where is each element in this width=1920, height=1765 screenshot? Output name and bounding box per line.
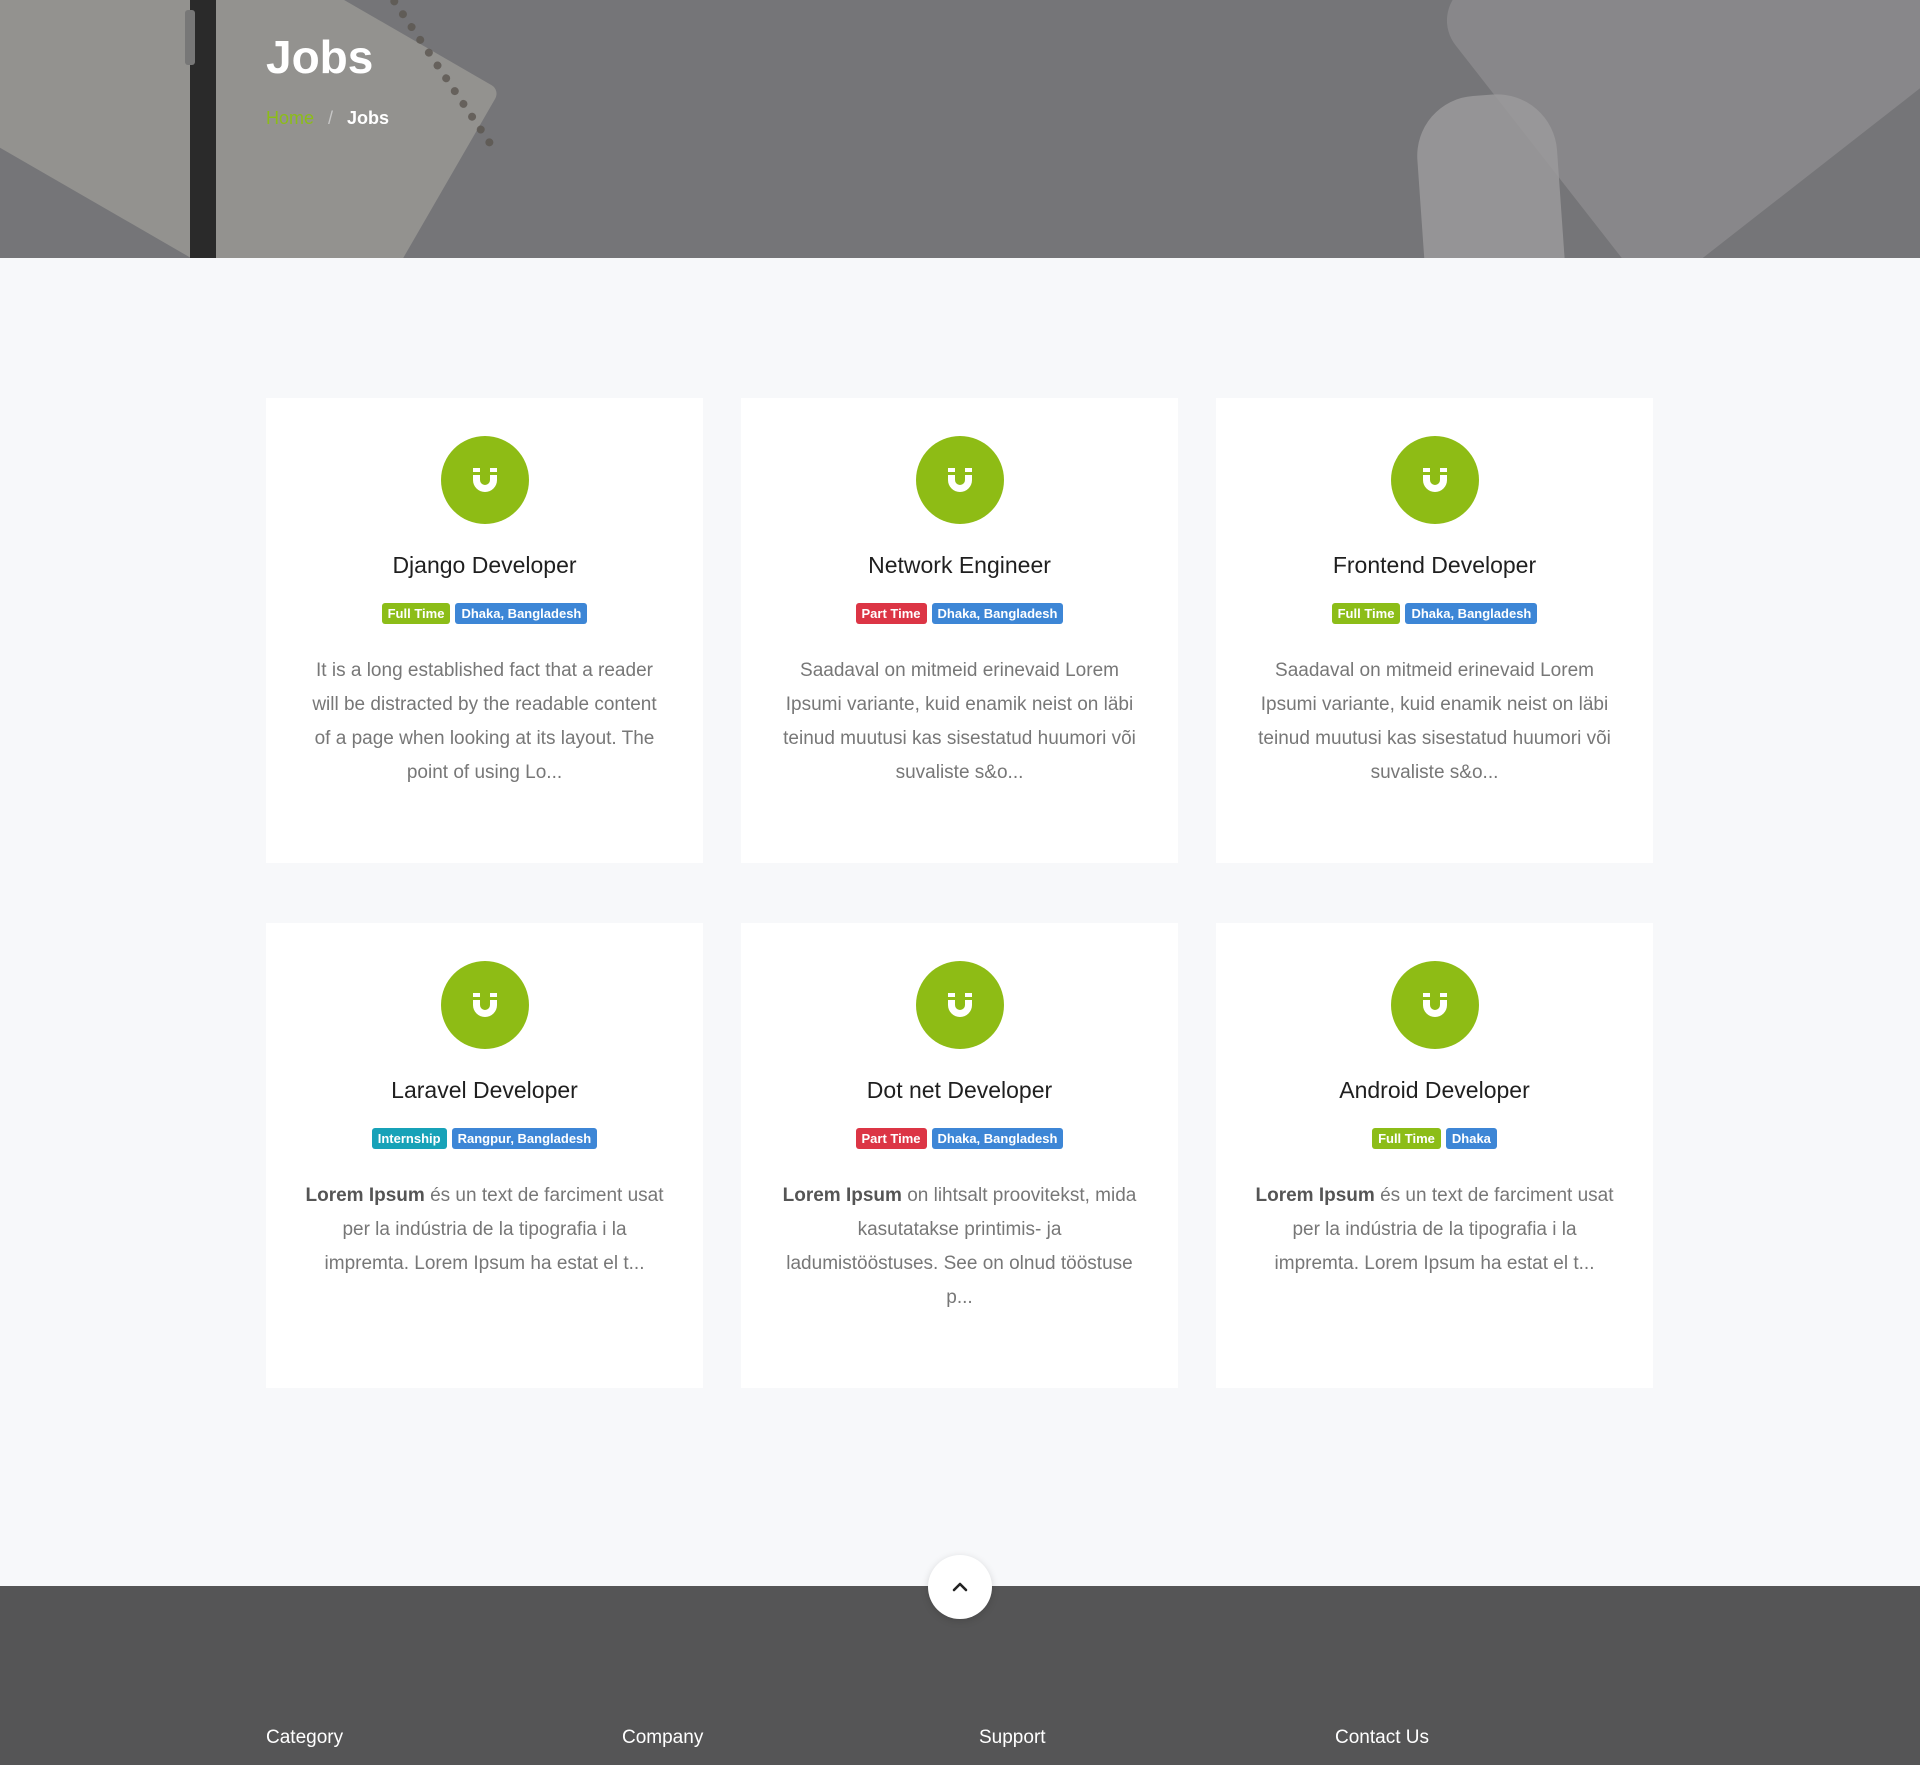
job-card[interactable]: Django Developer Full Time Dhaka, Bangla… <box>266 398 703 863</box>
job-location-badge: Dhaka, Bangladesh <box>931 603 1064 624</box>
footer-heading-category: Category <box>266 1727 344 1748</box>
back-to-top-button[interactable] <box>928 1555 992 1619</box>
breadcrumb-current: Jobs <box>347 108 390 128</box>
job-title[interactable]: Dot net Developer <box>867 1077 1052 1104</box>
job-description: Saadaval on mitmeid erinevaid Lorem Ipsu… <box>1255 654 1615 790</box>
job-card[interactable]: Network Engineer Part Time Dhaka, Bangla… <box>741 398 1178 863</box>
hero-mouse-image <box>1413 90 1567 258</box>
magnet-icon <box>947 468 972 492</box>
job-card[interactable]: Laravel Developer Internship Rangpur, Ba… <box>266 923 703 1388</box>
job-tags: Full Time Dhaka, Bangladesh <box>1331 603 1538 624</box>
breadcrumb-home-link[interactable]: Home <box>266 108 314 129</box>
job-description-text: Saadaval on mitmeid erinevaid Lorem Ipsu… <box>783 660 1136 783</box>
job-description: Lorem Ipsum és un text de farciment usat… <box>1255 1179 1615 1281</box>
job-title[interactable]: Android Developer <box>1339 1077 1530 1104</box>
job-description-text: Saadaval on mitmeid erinevaid Lorem Ipsu… <box>1258 660 1611 783</box>
company-logo <box>440 961 529 1049</box>
job-type-badge: Full Time <box>1372 1128 1441 1149</box>
job-card[interactable]: Frontend Developer Full Time Dhaka, Bang… <box>1216 398 1653 863</box>
job-type-badge: Full Time <box>1331 603 1401 624</box>
job-tags: Part Time Dhaka, Bangladesh <box>855 603 1064 624</box>
job-card[interactable]: Dot net Developer Part Time Dhaka, Bangl… <box>741 923 1178 1388</box>
company-logo <box>915 436 1004 524</box>
job-type-badge: Full Time <box>381 603 451 624</box>
job-location-badge: Dhaka <box>1445 1128 1497 1149</box>
breadcrumb: Home / Jobs <box>266 108 389 129</box>
job-description: Lorem Ipsum és un text de farciment usat… <box>305 1179 665 1281</box>
job-location-badge: Dhaka, Bangladesh <box>455 603 588 624</box>
job-title[interactable]: Network Engineer <box>868 552 1051 579</box>
job-tags: Full Time Dhaka, Bangladesh <box>381 603 588 624</box>
job-description-text: It is a long established fact that a rea… <box>312 660 657 783</box>
magnet-icon <box>1422 993 1447 1017</box>
job-description: Saadaval on mitmeid erinevaid Lorem Ipsu… <box>780 654 1140 790</box>
job-description: Lorem Ipsum on lihtsalt proovitekst, mid… <box>780 1179 1140 1315</box>
job-title[interactable]: Laravel Developer <box>391 1077 578 1104</box>
job-tags: Full Time Dhaka <box>1372 1128 1497 1149</box>
job-description: It is a long established fact that a rea… <box>305 654 665 790</box>
chevron-up-icon <box>952 1582 968 1592</box>
company-logo <box>440 436 529 524</box>
company-logo <box>915 961 1004 1049</box>
job-title[interactable]: Django Developer <box>392 552 576 579</box>
footer-heading-company: Company <box>622 1727 704 1748</box>
job-card[interactable]: Android Developer Full Time Dhaka Lorem … <box>1216 923 1653 1388</box>
magnet-icon <box>472 993 497 1017</box>
company-logo <box>1390 961 1479 1049</box>
footer-heading-support: Support <box>979 1727 1046 1748</box>
breadcrumb-separator: / <box>328 108 334 128</box>
job-tags: Part Time Dhaka, Bangladesh <box>855 1128 1064 1149</box>
job-location-badge: Rangpur, Bangladesh <box>451 1128 598 1149</box>
job-grid: Django Developer Full Time Dhaka, Bangla… <box>266 398 1654 1388</box>
company-logo <box>1390 436 1479 524</box>
job-type-badge: Part Time <box>855 1128 927 1149</box>
page-title: Jobs <box>266 31 374 83</box>
magnet-icon <box>947 993 972 1017</box>
magnet-icon <box>472 468 497 492</box>
job-location-badge: Dhaka, Bangladesh <box>1405 603 1538 624</box>
job-tags: Internship Rangpur, Bangladesh <box>371 1128 598 1149</box>
page-hero: Jobs Home / Jobs <box>0 0 1920 258</box>
job-title[interactable]: Frontend Developer <box>1333 552 1536 579</box>
footer-heading-contact: Contact Us <box>1335 1727 1429 1748</box>
hero-pen-cap <box>185 10 195 65</box>
job-description-bold: Lorem Ipsum <box>305 1185 425 1206</box>
job-type-badge: Internship <box>371 1128 447 1149</box>
job-description-bold: Lorem Ipsum <box>782 1185 902 1206</box>
job-type-badge: Part Time <box>855 603 927 624</box>
job-description-bold: Lorem Ipsum <box>1255 1185 1375 1206</box>
job-location-badge: Dhaka, Bangladesh <box>931 1128 1064 1149</box>
magnet-icon <box>1422 468 1447 492</box>
